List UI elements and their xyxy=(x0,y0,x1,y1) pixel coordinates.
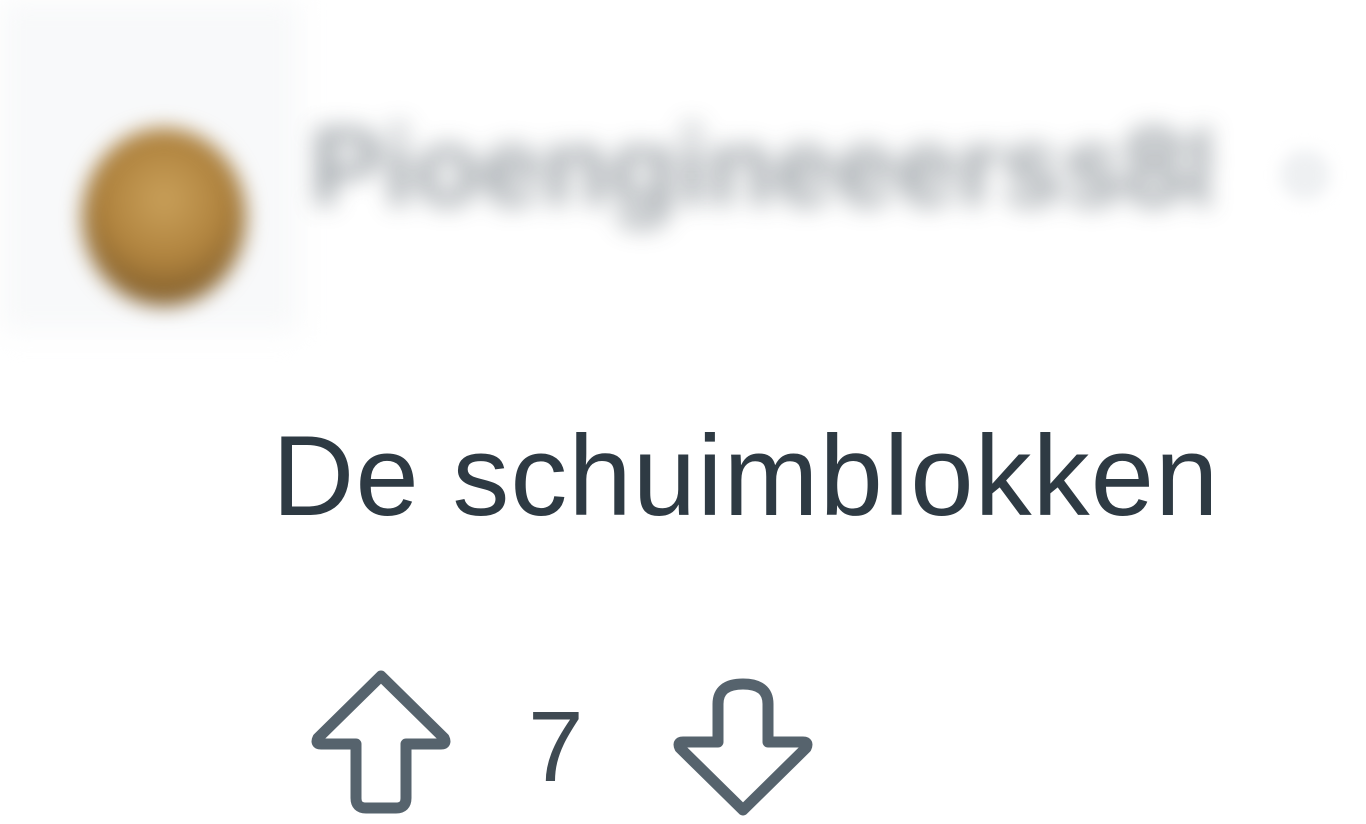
downvote-button[interactable] xyxy=(668,662,818,822)
arrow-up-icon xyxy=(311,670,451,814)
overflow-menu-icon[interactable] xyxy=(1280,150,1330,200)
upvote-button[interactable] xyxy=(306,662,456,822)
comment-text: De schuimblokken xyxy=(272,413,1220,540)
comment: Pioengineeerss8800 De schuimblokken 7 xyxy=(0,0,1366,824)
arrow-down-icon xyxy=(673,678,813,816)
comment-header: Pioengineeerss8800 xyxy=(0,0,1366,332)
username[interactable]: Pioengineeerss8800 xyxy=(310,108,1210,228)
avatar[interactable] xyxy=(82,128,246,306)
vote-count: 7 xyxy=(528,691,584,803)
